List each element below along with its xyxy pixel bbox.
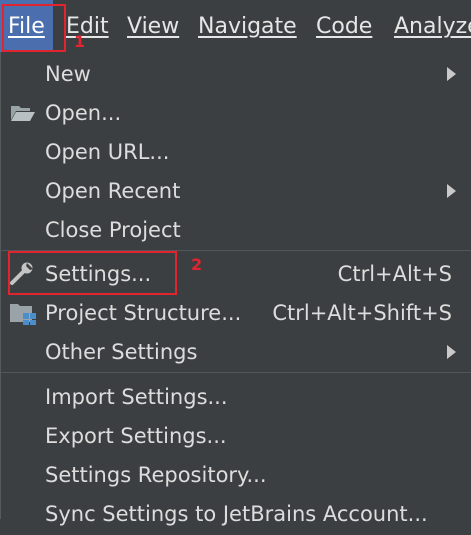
menu-item-new[interactable]: New bbox=[1, 54, 471, 93]
menu-edit[interactable]: Edit bbox=[66, 0, 109, 52]
menu-item-label: Project Structure... bbox=[45, 301, 242, 325]
menu-separator bbox=[1, 372, 471, 373]
annotation-number-1: 1 bbox=[74, 32, 86, 51]
menu-item-label: Open... bbox=[45, 101, 122, 125]
menu-code[interactable]: Code bbox=[316, 0, 372, 52]
menu-item-label: Open Recent bbox=[45, 179, 181, 203]
menu-item-label: Open URL... bbox=[45, 140, 170, 164]
menu-item-sync-settings[interactable]: Sync Settings to JetBrains Account... bbox=[1, 494, 471, 533]
menu-item-close-project[interactable]: Close Project bbox=[1, 210, 471, 249]
menu-bar: File Edit View Navigate Code Analyze bbox=[0, 0, 471, 52]
menu-analyze[interactable]: Analyze bbox=[394, 0, 471, 52]
menu-navigate[interactable]: Navigate bbox=[198, 0, 297, 52]
menu-item-settings-repository[interactable]: Settings Repository... bbox=[1, 455, 471, 494]
shortcut-label: Ctrl+Alt+S bbox=[337, 262, 452, 286]
annotation-box-1 bbox=[2, 4, 66, 52]
menu-view[interactable]: View bbox=[127, 0, 179, 52]
project-structure-icon bbox=[10, 301, 36, 325]
submenu-arrow-icon bbox=[447, 67, 456, 81]
menu-item-label: New bbox=[45, 62, 91, 86]
shortcut-label: Ctrl+Alt+Shift+S bbox=[272, 301, 452, 325]
menu-item-label: Close Project bbox=[45, 218, 181, 242]
menu-item-label: Sync Settings to JetBrains Account... bbox=[45, 502, 428, 526]
menu-item-label: Export Settings... bbox=[45, 424, 227, 448]
menu-item-open-url[interactable]: Open URL... bbox=[1, 132, 471, 171]
menu-item-label: Settings Repository... bbox=[45, 463, 267, 487]
menu-item-project-structure[interactable]: Project Structure... Ctrl+Alt+Shift+S bbox=[1, 293, 471, 332]
menu-item-label: Other Settings bbox=[45, 340, 198, 364]
submenu-arrow-icon bbox=[447, 345, 456, 359]
menu-item-export-settings[interactable]: Export Settings... bbox=[1, 416, 471, 455]
menu-item-import-settings[interactable]: Import Settings... bbox=[1, 377, 471, 416]
menu-item-label: Import Settings... bbox=[45, 385, 228, 409]
annotation-box-2 bbox=[8, 251, 177, 295]
submenu-arrow-icon bbox=[447, 184, 456, 198]
menu-item-other-settings[interactable]: Other Settings bbox=[1, 332, 471, 371]
folder-open-icon bbox=[10, 101, 36, 125]
annotation-number-2: 2 bbox=[191, 255, 203, 274]
menu-item-open[interactable]: Open... bbox=[1, 93, 471, 132]
menu-item-open-recent[interactable]: Open Recent bbox=[1, 171, 471, 210]
